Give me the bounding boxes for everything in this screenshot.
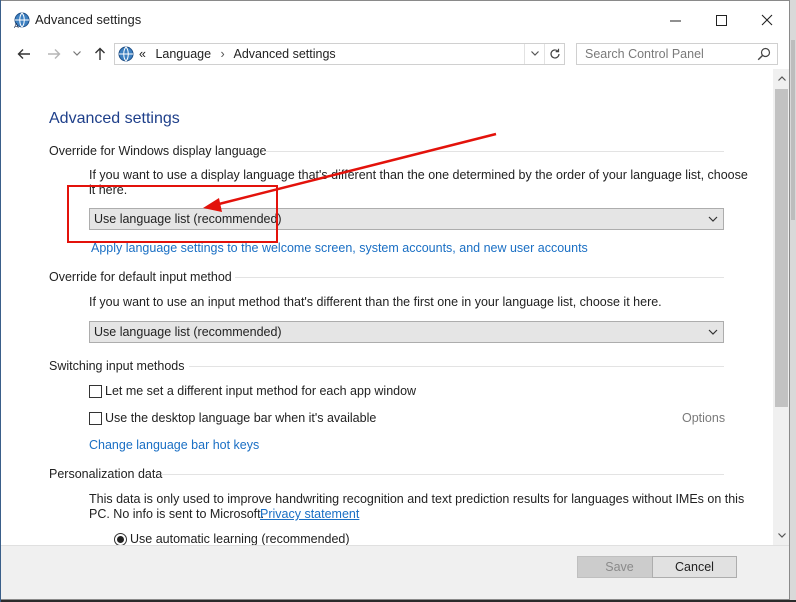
section-divider bbox=[235, 277, 724, 278]
input-method-select[interactable]: Use language list (recommended) bbox=[89, 321, 724, 343]
up-button[interactable] bbox=[90, 44, 110, 64]
breadcrumb: « Language › Advanced settings bbox=[139, 47, 336, 61]
chevron-down-icon bbox=[708, 216, 718, 222]
personalization-description-line2: PC. No info is sent to Microsoft. bbox=[89, 507, 265, 521]
input-method-description: If you want to use an input method that'… bbox=[89, 295, 662, 309]
search-input[interactable]: Search Control Panel bbox=[585, 47, 704, 61]
close-icon bbox=[761, 14, 773, 26]
chevron-down-icon bbox=[708, 329, 718, 335]
background-window-scrollbar bbox=[791, 40, 795, 220]
breadcrumb-item-language[interactable]: Language bbox=[155, 47, 211, 61]
window-left-edge bbox=[0, 0, 1, 602]
back-button[interactable] bbox=[14, 44, 34, 64]
personalization-description-line1: This data is only used to improve handwr… bbox=[89, 492, 745, 506]
navigation-bar: « Language › Advanced settings Search Co… bbox=[1, 39, 789, 69]
apply-language-settings-link[interactable]: Apply language settings to the welcome s… bbox=[91, 241, 588, 255]
minimize-icon bbox=[669, 20, 681, 21]
section-title-input-method: Override for default input method bbox=[49, 270, 232, 284]
section-title-display-language: Override for Windows display language bbox=[49, 144, 267, 158]
advanced-settings-window: A Advanced settings « Language › Advance… bbox=[0, 0, 790, 600]
input-method-select-value: Use language list (recommended) bbox=[94, 325, 282, 339]
address-bar[interactable]: « Language › Advanced settings bbox=[114, 43, 565, 65]
section-title-switching: Switching input methods bbox=[49, 359, 185, 373]
title-bar[interactable]: A Advanced settings bbox=[1, 1, 789, 39]
up-arrow-icon bbox=[95, 47, 105, 60]
display-language-description-line1: If you want to use a display language th… bbox=[89, 168, 748, 182]
chevron-down-icon bbox=[777, 533, 786, 538]
maximize-icon bbox=[715, 14, 727, 26]
scroll-down-button[interactable] bbox=[773, 529, 789, 543]
section-divider bbox=[263, 151, 724, 152]
address-dropdown-button[interactable] bbox=[524, 44, 545, 64]
refresh-button[interactable] bbox=[544, 44, 565, 64]
dialog-footer: Save Cancel bbox=[1, 545, 789, 599]
forward-arrow-icon bbox=[48, 49, 61, 59]
maximize-button[interactable] bbox=[698, 1, 744, 39]
vertical-scrollbar[interactable] bbox=[773, 69, 789, 545]
breadcrumb-item-advanced-settings[interactable]: Advanced settings bbox=[234, 47, 336, 61]
annotation-highlight-box bbox=[67, 185, 278, 243]
section-divider bbox=[189, 366, 724, 367]
breadcrumb-overflow[interactable]: « bbox=[139, 47, 146, 61]
chevron-down-icon bbox=[73, 51, 81, 56]
back-arrow-icon bbox=[17, 49, 30, 59]
save-button[interactable]: Save bbox=[577, 556, 662, 578]
close-button[interactable] bbox=[744, 1, 789, 39]
chevron-up-icon bbox=[777, 76, 786, 81]
per-app-input-label[interactable]: Let me set a different input method for … bbox=[105, 384, 416, 398]
refresh-icon bbox=[550, 48, 560, 59]
language-bar-options-link[interactable]: Options bbox=[682, 411, 725, 425]
section-title-personalization: Personalization data bbox=[49, 467, 163, 481]
language-globe-icon bbox=[118, 46, 134, 62]
minimize-button[interactable] bbox=[652, 1, 698, 39]
recent-locations-button[interactable] bbox=[69, 44, 85, 64]
chevron-down-icon bbox=[531, 51, 539, 56]
automatic-learning-radio[interactable] bbox=[114, 533, 127, 545]
change-hot-keys-link[interactable]: Change language bar hot keys bbox=[89, 438, 259, 452]
search-icon[interactable] bbox=[757, 47, 771, 61]
page-title: Advanced settings bbox=[49, 110, 180, 127]
cancel-button[interactable]: Cancel bbox=[652, 556, 737, 578]
per-app-input-checkbox[interactable] bbox=[89, 385, 102, 398]
breadcrumb-separator[interactable]: › bbox=[221, 47, 225, 61]
language-globe-icon: A bbox=[14, 12, 30, 29]
window-title: Advanced settings bbox=[35, 12, 142, 27]
settings-content: Advanced settings Override for Windows d… bbox=[1, 69, 773, 545]
forward-button[interactable] bbox=[44, 44, 64, 64]
section-divider bbox=[161, 474, 724, 475]
scroll-up-button[interactable] bbox=[773, 71, 789, 85]
desktop-language-bar-checkbox[interactable] bbox=[89, 412, 102, 425]
svg-text:A: A bbox=[14, 23, 19, 29]
privacy-statement-link[interactable]: Privacy statement bbox=[260, 507, 359, 521]
desktop-language-bar-label[interactable]: Use the desktop language bar when it's a… bbox=[105, 411, 376, 425]
scrollbar-thumb[interactable] bbox=[775, 89, 788, 407]
automatic-learning-label[interactable]: Use automatic learning (recommended) bbox=[130, 532, 350, 545]
search-box[interactable]: Search Control Panel bbox=[576, 43, 778, 65]
background-window-edge bbox=[790, 0, 796, 602]
